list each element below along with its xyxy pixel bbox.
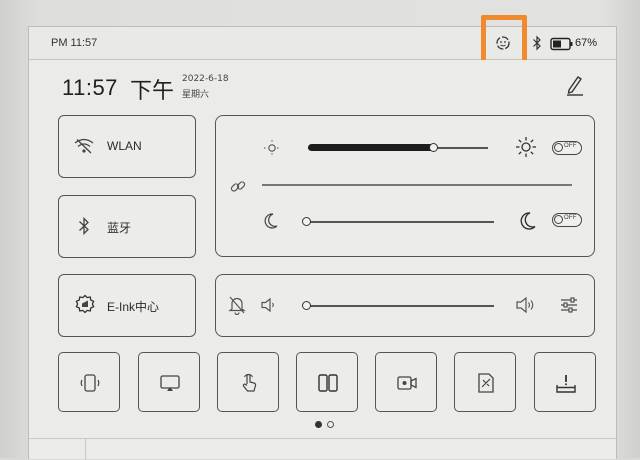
brightness-high-icon bbox=[515, 136, 537, 162]
rotate-screen-icon bbox=[80, 374, 100, 392]
bottom-divider bbox=[85, 439, 86, 460]
warm-light-thumb[interactable] bbox=[302, 217, 311, 226]
wlan-label: WLAN bbox=[107, 139, 142, 153]
bluetooth-icon bbox=[531, 35, 543, 55]
volume-low-icon bbox=[260, 296, 278, 318]
volume-high-icon bbox=[515, 295, 537, 319]
warm-light-toggle[interactable]: OFF bbox=[552, 213, 582, 227]
wifi-off-icon bbox=[74, 138, 94, 158]
front-light-toggle[interactable]: OFF bbox=[552, 141, 582, 155]
edit-pencil-icon[interactable] bbox=[565, 74, 585, 100]
screen-record-icon bbox=[397, 376, 417, 390]
toggle-knob bbox=[554, 215, 563, 224]
toggle-state-text: OFF bbox=[564, 143, 577, 149]
warm-light-high-icon bbox=[519, 211, 537, 235]
warm-light-low-icon bbox=[263, 212, 279, 234]
status-bar: PM 11:57 67% bbox=[29, 15, 616, 69]
eink-label: E-Ink中心 bbox=[107, 300, 160, 314]
link-icon[interactable] bbox=[229, 178, 247, 200]
toggle-knob bbox=[554, 143, 563, 152]
battery-icon bbox=[550, 36, 574, 55]
brightness-panel: OFF OFF bbox=[215, 115, 595, 257]
status-time: PM 11:57 bbox=[51, 37, 98, 49]
warm-light-slider[interactable] bbox=[308, 221, 494, 223]
link-divider bbox=[262, 184, 572, 186]
bluetooth-tile[interactable]: 蓝牙 bbox=[58, 195, 196, 258]
front-light-fill bbox=[308, 144, 434, 151]
date-text: 2022-6-18 bbox=[182, 74, 229, 84]
weekday-text: 星期六 bbox=[182, 90, 210, 100]
quick-button-touch[interactable] bbox=[217, 352, 279, 412]
touch-gesture-icon bbox=[242, 373, 257, 392]
volume-panel bbox=[215, 274, 595, 337]
wlan-tile[interactable]: WLAN bbox=[58, 115, 196, 178]
quick-button-screencast[interactable] bbox=[138, 352, 200, 412]
quick-button-screenshot[interactable] bbox=[454, 352, 516, 412]
volume-thumb[interactable] bbox=[302, 301, 311, 310]
volume-slider[interactable] bbox=[308, 305, 494, 307]
eink-settings-icon bbox=[74, 294, 96, 320]
quick-button-split-screen[interactable] bbox=[296, 352, 358, 412]
screenshot-crop-icon bbox=[478, 373, 494, 393]
clock-ampm: 下午 bbox=[130, 79, 175, 104]
equalizer-settings-icon[interactable] bbox=[559, 295, 579, 319]
pager-dot[interactable] bbox=[327, 421, 334, 428]
front-light-thumb[interactable] bbox=[429, 143, 438, 152]
quick-button-screen-record[interactable] bbox=[375, 352, 437, 412]
brightness-low-icon bbox=[263, 139, 281, 161]
screencast-icon bbox=[160, 375, 180, 391]
split-screen-icon bbox=[318, 374, 338, 392]
tray-download-icon bbox=[556, 375, 576, 393]
bluetooth-label: 蓝牙 bbox=[107, 221, 132, 235]
bottom-strip bbox=[29, 438, 616, 460]
quick-button-rotate[interactable] bbox=[58, 352, 120, 412]
mute-bell-icon[interactable] bbox=[228, 295, 246, 319]
pager-dot-active[interactable] bbox=[315, 421, 322, 428]
control-center-panel: 11:57 下午 2022-6-18 星期六 WLAN 蓝牙 E-Ink中心 O… bbox=[29, 60, 616, 460]
toggle-state-text: OFF bbox=[564, 215, 577, 221]
quick-button-tray[interactable] bbox=[534, 352, 596, 412]
clock-time: 11:57 bbox=[62, 75, 118, 100]
eink-center-tile[interactable]: E-Ink中心 bbox=[58, 274, 196, 337]
bluetooth-tile-icon bbox=[77, 216, 91, 240]
device-screen: PM 11:57 67% 11:57 下午 2022-6-18 星期六 WLAN… bbox=[28, 15, 617, 460]
battery-percent: 67% bbox=[575, 37, 598, 49]
